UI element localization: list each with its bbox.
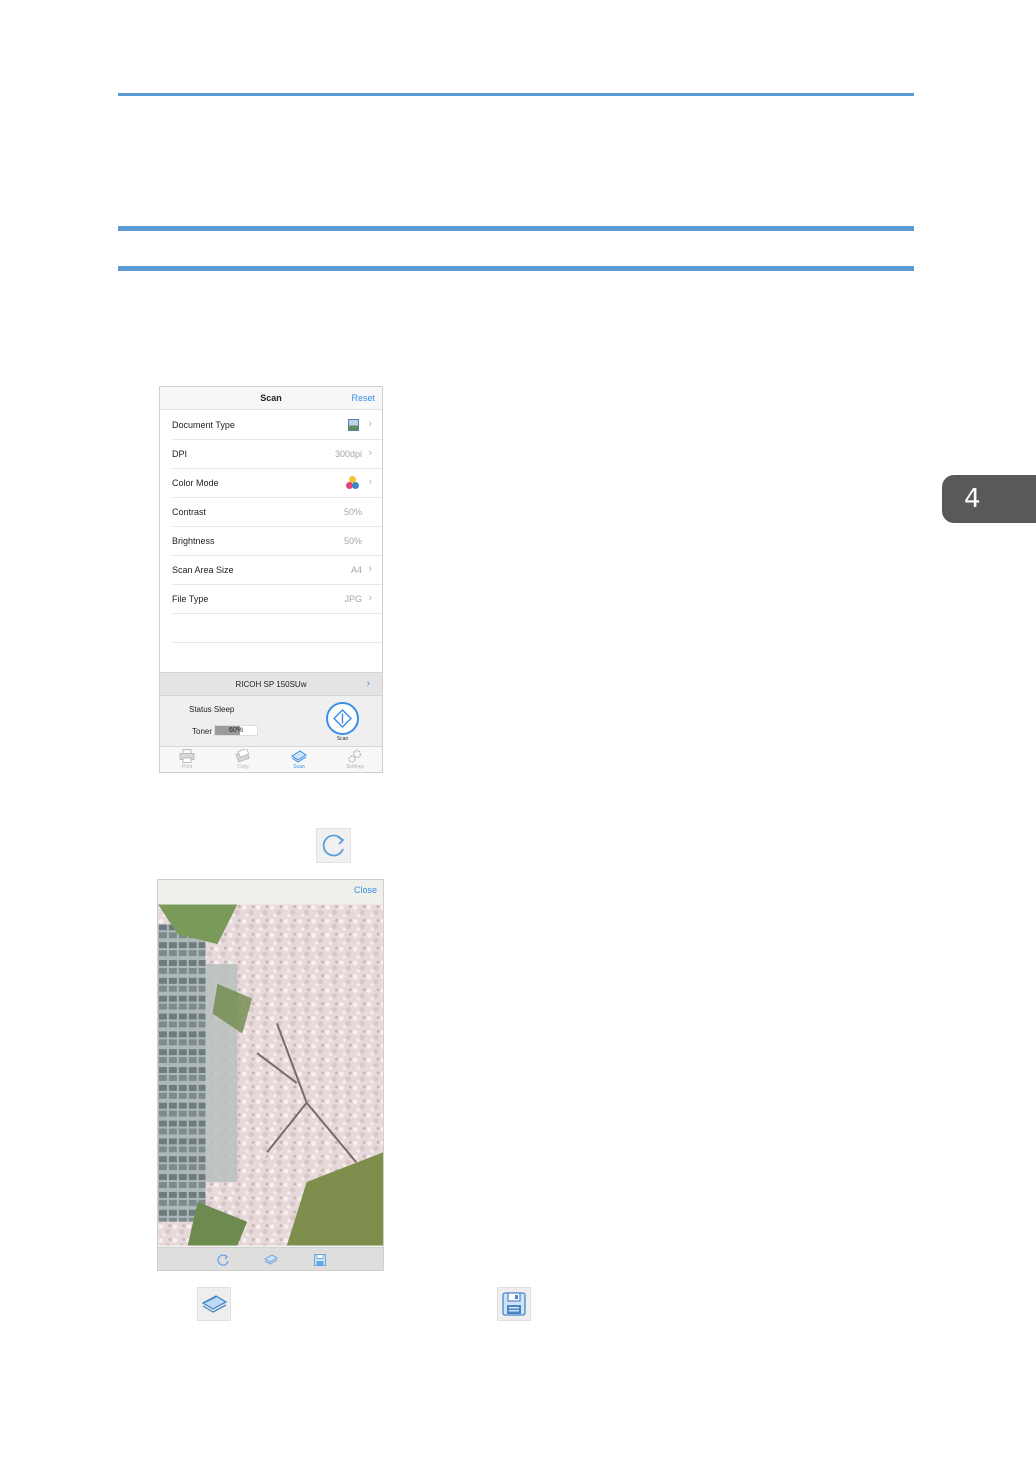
setting-value: JPG: [344, 594, 362, 604]
save-icon: [497, 1287, 531, 1321]
rescan-icon[interactable]: [264, 1253, 278, 1267]
setting-value: 50%: [343, 536, 362, 546]
chevron-right-icon: ›: [366, 678, 370, 689]
empty-row: [160, 614, 382, 643]
tab-label: Print: [181, 764, 193, 770]
setting-label: DPI: [172, 449, 188, 459]
photo-document-icon: [348, 419, 359, 431]
printer-icon: [179, 749, 195, 763]
setting-value: A4: [350, 565, 362, 575]
scan-preview-screenshot: Close: [157, 879, 384, 1271]
tab-print[interactable]: Print: [167, 749, 207, 770]
color-mode-icon: [346, 476, 360, 490]
scanner-icon: [197, 1287, 231, 1321]
chevron-right-icon: ›: [368, 592, 372, 604]
printer-status-panel: Status Sleep Toner 60% Scan: [160, 696, 382, 746]
tab-copy[interactable]: Copy: [223, 749, 263, 770]
chevron-right-icon: ›: [368, 418, 372, 430]
chapter-tab: 4: [942, 475, 1036, 523]
rotate-icon[interactable]: [216, 1253, 230, 1267]
tab-scan[interactable]: Scan: [279, 749, 319, 770]
setting-contrast[interactable]: Contrast 50%: [160, 498, 382, 527]
tab-label: Copy: [237, 764, 249, 770]
header-rule: [118, 93, 914, 96]
setting-label: Color Mode: [172, 478, 219, 488]
start-diamond-icon: [333, 709, 352, 728]
scan-settings-screenshot: Scan Reset Document Type › DPI 300dpi › …: [159, 386, 383, 773]
setting-label: Document Type: [172, 420, 235, 430]
toner-value: 60%: [228, 727, 243, 734]
preview-toolbar: [158, 1247, 383, 1270]
setting-file-type[interactable]: File Type JPG ›: [160, 585, 382, 614]
section-rule-bottom: [118, 266, 914, 271]
setting-value: 50%: [343, 507, 362, 517]
scanned-photo: [158, 904, 383, 1246]
setting-label: File Type: [172, 594, 209, 604]
tab-label: Scan: [293, 764, 305, 770]
setting-color-mode[interactable]: Color Mode ›: [160, 469, 382, 498]
setting-label: Contrast: [172, 507, 207, 517]
setting-label: Scan Area Size: [172, 565, 234, 575]
scan-nav-bar: Scan Reset: [160, 387, 382, 410]
status-text: Status Sleep: [189, 705, 235, 714]
scan-button-label: Scan: [336, 736, 349, 742]
setting-value: 300dpi: [334, 449, 362, 459]
tab-bar: Print Copy Scan Settings: [160, 746, 382, 772]
preview-nav-bar: Close: [158, 880, 383, 903]
toner-level-bar: 60%: [214, 725, 258, 736]
setting-document-type[interactable]: Document Type ›: [160, 411, 382, 440]
printer-name: RICOH SP 150SUw: [235, 680, 307, 689]
save-icon[interactable]: [313, 1253, 327, 1267]
setting-scan-area-size[interactable]: Scan Area Size A4 ›: [160, 556, 382, 585]
rotate-icon: [316, 828, 351, 863]
scan-start-button[interactable]: [326, 702, 359, 735]
tab-settings[interactable]: Settings: [335, 749, 375, 770]
copy-icon: [235, 749, 250, 763]
close-button[interactable]: Close: [354, 885, 377, 895]
reset-button[interactable]: Reset: [351, 393, 375, 403]
printer-selector[interactable]: RICOH SP 150SUw ›: [160, 672, 382, 696]
chevron-right-icon: ›: [368, 447, 372, 459]
gears-icon: [348, 749, 362, 763]
scan-screen-title: Scan: [260, 393, 282, 403]
chevron-right-icon: ›: [368, 563, 372, 575]
setting-brightness[interactable]: Brightness 50%: [160, 527, 382, 556]
scanner-icon: [291, 750, 307, 763]
section-rule-top: [118, 226, 914, 231]
toner-label: Toner: [192, 727, 213, 736]
setting-dpi[interactable]: DPI 300dpi ›: [160, 440, 382, 469]
tab-label: Settings: [345, 764, 365, 770]
chevron-right-icon: ›: [368, 476, 372, 488]
setting-label: Brightness: [172, 536, 215, 546]
